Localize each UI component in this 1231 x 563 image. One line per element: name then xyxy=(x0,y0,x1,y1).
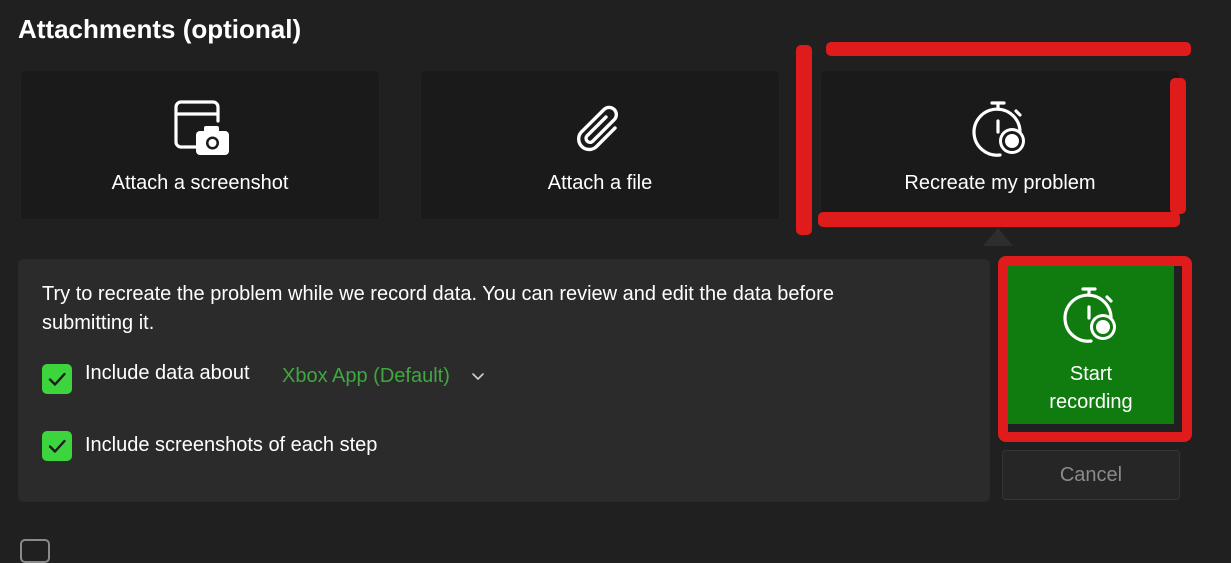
start-recording-label: Start recording xyxy=(1049,363,1133,413)
recreate-options-panel: Try to recreate the problem while we rec… xyxy=(18,259,990,502)
recreate-problem-card[interactable]: Recreate my problem xyxy=(821,71,1179,219)
partial-checkbox[interactable] xyxy=(20,539,50,563)
app-dropdown[interactable]: Xbox App (Default) xyxy=(282,362,486,390)
start-recording-button[interactable]: Start recording xyxy=(1008,266,1174,424)
paperclip-icon xyxy=(568,97,632,161)
include-screenshots-label: Include screenshots of each step xyxy=(85,434,378,456)
app-dropdown-value: Xbox App (Default) xyxy=(282,364,450,387)
annotation-left-stroke xyxy=(796,45,812,235)
cancel-button[interactable]: Cancel xyxy=(1002,450,1180,500)
annotation-top-stroke xyxy=(826,42,1191,56)
screenshot-camera-icon xyxy=(168,97,232,161)
checkmark-icon xyxy=(48,439,66,453)
include-screenshots-checkbox[interactable] xyxy=(42,431,72,461)
annotation-bottom-stroke xyxy=(818,212,1180,227)
attach-file-card[interactable]: Attach a file xyxy=(421,71,779,219)
attach-screenshot-label: Attach a screenshot xyxy=(111,172,289,194)
section-title: Attachments (optional) xyxy=(18,14,302,44)
stopwatch-record-icon xyxy=(1059,283,1123,347)
attach-screenshot-card[interactable]: Attach a screenshot xyxy=(21,71,379,219)
attach-file-label: Attach a file xyxy=(547,172,653,194)
recreate-description: Try to recreate the problem while we rec… xyxy=(42,283,834,334)
annotation-right-stroke xyxy=(1170,78,1186,214)
checkmark-icon xyxy=(48,372,66,386)
stopwatch-record-icon xyxy=(968,97,1032,161)
include-data-label: Include data about xyxy=(85,362,250,384)
recreate-problem-label: Recreate my problem xyxy=(904,172,1096,194)
panel-pointer xyxy=(983,228,1013,246)
include-data-checkbox[interactable] xyxy=(42,364,72,394)
chevron-down-icon xyxy=(472,373,484,380)
